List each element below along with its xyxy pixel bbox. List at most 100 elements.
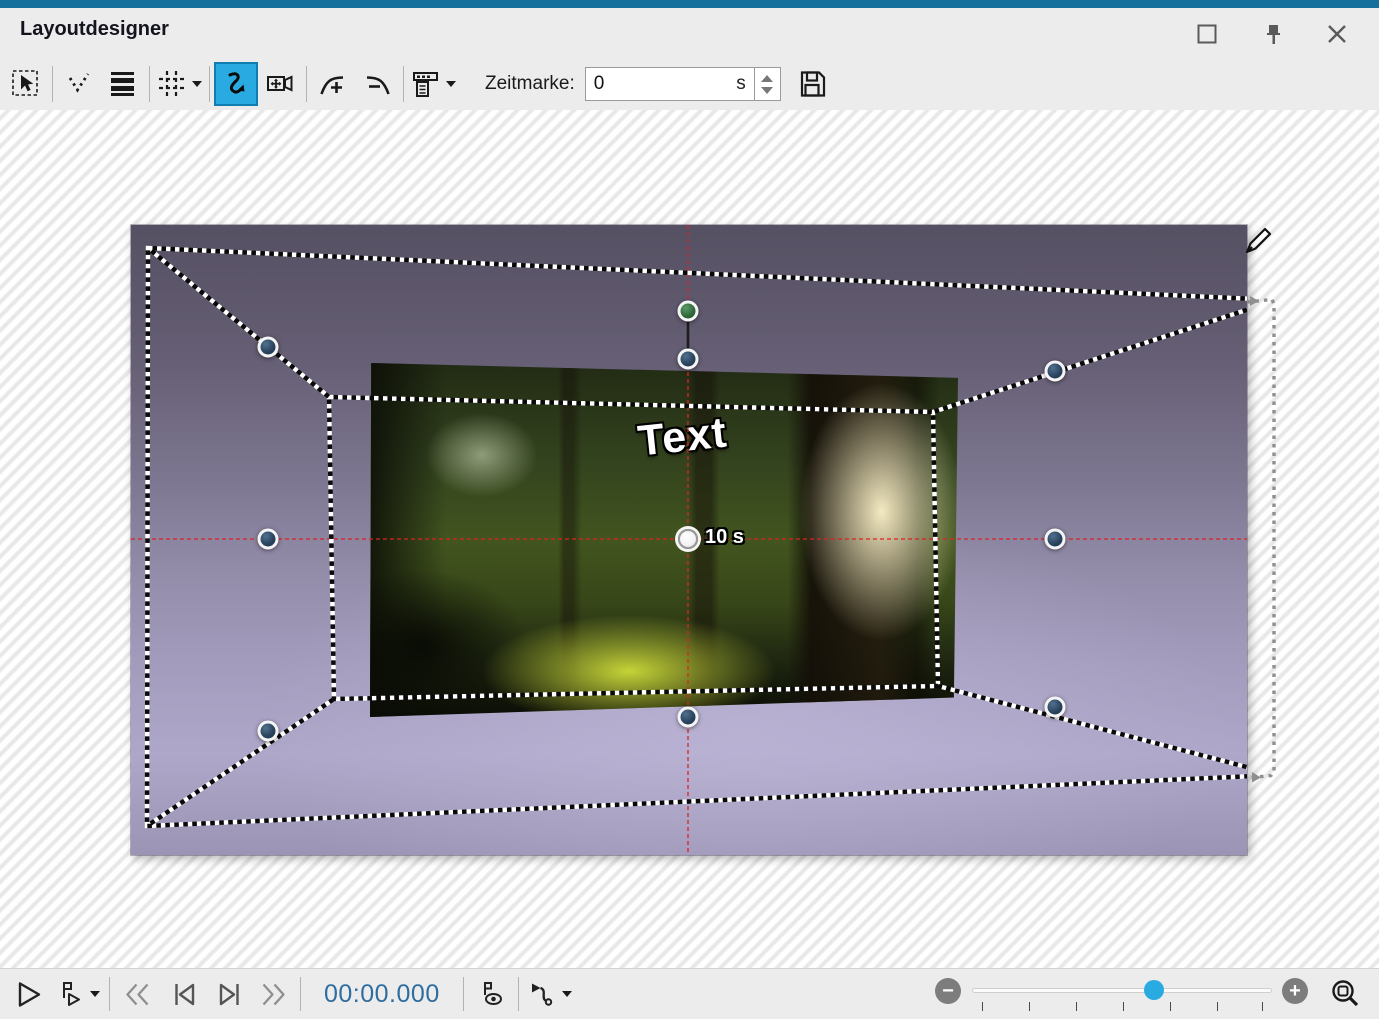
zoom-slider-thumb[interactable] <box>1144 980 1164 1000</box>
separator <box>149 66 150 102</box>
separator <box>300 977 301 1011</box>
keyframe-remove-icon <box>362 69 392 99</box>
object-list-dropdown-caret[interactable] <box>446 81 456 87</box>
window-accent-strip <box>0 0 1379 8</box>
select-tool-icon <box>11 69 41 99</box>
zeitmarke-spinner[interactable] <box>755 67 781 101</box>
time-display: 00:00.000 <box>324 980 440 1009</box>
text-object[interactable]: Text <box>636 408 730 466</box>
handle-top-center[interactable] <box>678 349 699 370</box>
skip-to-start-icon <box>171 980 199 1009</box>
play-options-caret[interactable] <box>90 991 100 997</box>
play-button[interactable] <box>10 974 46 1014</box>
handle-top-left[interactable] <box>258 337 279 358</box>
center-handle[interactable] <box>678 529 698 549</box>
animation-curve-caret[interactable] <box>562 991 572 997</box>
camera-pan-button[interactable] <box>258 62 302 106</box>
slider-tick <box>1262 1002 1263 1011</box>
animation-curve-icon <box>528 980 556 1009</box>
zoom-fit-icon <box>1330 978 1362 1010</box>
handle-bottom-right[interactable] <box>1045 697 1066 718</box>
zoom-slider-track[interactable] <box>972 988 1272 993</box>
timemark-visibility-button[interactable] <box>473 974 509 1014</box>
object-list-icon <box>411 69 441 99</box>
separator <box>209 66 210 102</box>
handle-bottom-center[interactable] <box>678 707 699 728</box>
play-from-timemark-button[interactable] <box>56 974 100 1014</box>
separator <box>403 66 404 102</box>
maximize-button[interactable] <box>1190 17 1224 51</box>
rewind-icon <box>123 980 152 1009</box>
zoom-fit-button[interactable] <box>1328 974 1364 1014</box>
spinner-down-icon[interactable] <box>761 87 773 94</box>
fast-forward-button[interactable] <box>255 974 291 1014</box>
object-list-button[interactable] <box>408 62 459 106</box>
zeitmarke-unit: s <box>736 73 754 95</box>
close-button[interactable] <box>1320 17 1354 51</box>
zeitmarke-input[interactable] <box>586 73 737 95</box>
keyframe-add-button[interactable] <box>311 62 355 106</box>
grid-button[interactable] <box>154 62 205 106</box>
wireframe-arrow-top <box>1250 296 1259 306</box>
slider-tick <box>1076 1002 1077 1011</box>
play-from-timemark-icon <box>56 980 84 1009</box>
select-tool-button[interactable] <box>4 62 48 106</box>
zoom-cluster: − + <box>930 969 1379 1019</box>
animation-curve-button[interactable] <box>528 974 572 1014</box>
slider-tick <box>1170 1002 1171 1011</box>
transport-bar: 00:00.000 − + <box>0 968 1379 1019</box>
fast-forward-icon <box>259 980 288 1009</box>
save-button[interactable] <box>791 62 835 106</box>
offcanvas-wireframe-gray <box>1247 300 1274 779</box>
separator <box>463 977 464 1011</box>
window-title: Layoutdesigner <box>20 18 169 41</box>
separator <box>306 66 307 102</box>
rewind-button[interactable] <box>119 974 155 1014</box>
titlebar: Layoutdesigner <box>0 8 1379 58</box>
snap-points-button[interactable] <box>57 62 101 106</box>
duration-badge: 10 s <box>705 526 744 549</box>
image-object[interactable]: Text <box>370 363 958 717</box>
toolbar: Zeitmarke: s <box>0 58 1379 110</box>
handle-middle-left[interactable] <box>258 529 279 550</box>
motion-path-icon <box>221 69 251 99</box>
pin-icon <box>1261 22 1285 46</box>
layers-icon <box>108 69 138 99</box>
separator <box>109 977 110 1011</box>
close-icon <box>1326 23 1348 45</box>
stage: Text 10 s <box>0 110 1379 968</box>
rotation-handle[interactable] <box>678 301 699 322</box>
wireframe-arrow-bottom <box>1252 772 1261 783</box>
edit-pen-icon[interactable] <box>1240 222 1276 258</box>
handle-middle-right[interactable] <box>1045 529 1066 550</box>
slider-tick <box>1029 1002 1030 1011</box>
maximize-icon <box>1196 23 1218 45</box>
slider-tick <box>982 1002 983 1011</box>
zeitmarke-label: Zeitmarke: <box>485 73 575 95</box>
timemark-eye-icon <box>477 980 505 1009</box>
grid-dropdown-caret[interactable] <box>192 81 202 87</box>
grid-icon <box>157 69 187 99</box>
layers-button[interactable] <box>101 62 145 106</box>
play-icon <box>14 980 43 1009</box>
slider-tick <box>1217 1002 1218 1011</box>
skip-to-end-button[interactable] <box>211 974 247 1014</box>
motion-path-button[interactable] <box>214 62 258 106</box>
slider-tick <box>1123 1002 1124 1011</box>
keyframe-add-icon <box>318 69 348 99</box>
skip-to-end-icon <box>215 980 243 1009</box>
zoom-in-button[interactable]: + <box>1282 978 1308 1004</box>
pin-button[interactable] <box>1256 17 1290 51</box>
spinner-up-icon[interactable] <box>761 75 773 82</box>
keyframe-remove-button[interactable] <box>355 62 399 106</box>
zeitmarke-field[interactable]: s <box>585 67 755 101</box>
separator <box>52 66 53 102</box>
handle-bottom-left[interactable] <box>258 721 279 742</box>
zoom-out-button[interactable]: − <box>935 978 961 1004</box>
camera-pan-icon <box>265 69 295 99</box>
separator <box>518 977 519 1011</box>
snap-points-icon <box>64 69 94 99</box>
skip-to-start-button[interactable] <box>167 974 203 1014</box>
save-icon <box>798 69 828 99</box>
handle-top-right[interactable] <box>1045 361 1066 382</box>
